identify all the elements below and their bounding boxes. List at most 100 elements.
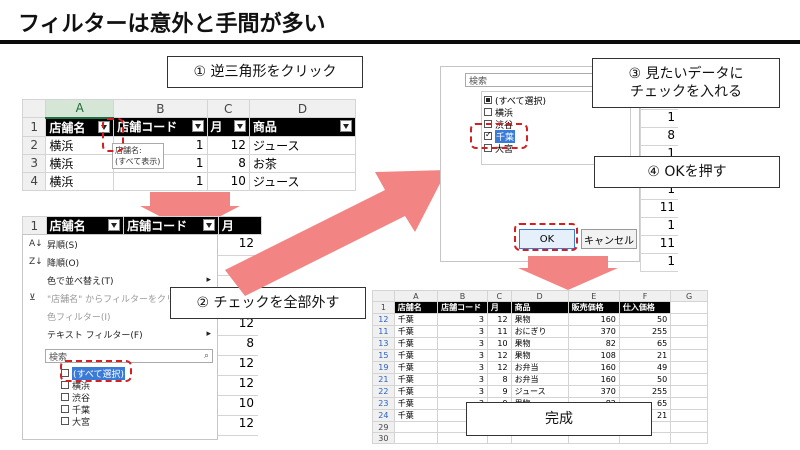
header-cell-code[interactable]: 店舗コード — [113, 117, 208, 137]
cell[interactable]: 8 — [641, 128, 678, 146]
col-header-a[interactable]: A — [45, 99, 115, 119]
cell[interactable] — [670, 432, 708, 444]
col-header-g[interactable]: G — [670, 290, 708, 302]
cell[interactable]: 1 — [113, 171, 208, 191]
cell[interactable] — [670, 349, 708, 362]
checkbox[interactable] — [61, 405, 69, 413]
col-header-f[interactable]: F — [618, 290, 672, 302]
cell[interactable]: 255 — [618, 385, 672, 398]
row-header[interactable]: 1 — [21, 117, 47, 137]
cell[interactable]: 49 — [618, 361, 672, 374]
checkbox[interactable] — [484, 96, 492, 104]
filter-dropdown-icon[interactable] — [202, 219, 215, 231]
menu-sort-desc[interactable]: Z↓ 降順(O) — [23, 253, 217, 271]
cell[interactable]: おにぎり — [510, 325, 569, 338]
cancel-button[interactable]: キャンセル — [581, 229, 637, 249]
cell[interactable]: 3 — [437, 361, 488, 374]
cell[interactable]: ジュース — [248, 135, 357, 155]
row-header[interactable]: 19 — [372, 361, 395, 374]
cell[interactable]: 千葉 — [393, 409, 439, 422]
cell[interactable]: 千葉 — [393, 361, 439, 374]
cell[interactable] — [670, 421, 708, 433]
cell[interactable]: 12 — [486, 361, 512, 374]
row-header[interactable]: 30 — [372, 432, 395, 444]
col-header-c[interactable]: C — [206, 99, 250, 118]
cell[interactable]: 12 — [216, 416, 258, 436]
col-header-b[interactable]: B — [437, 290, 488, 302]
cell[interactable]: 12 — [486, 313, 512, 326]
cell[interactable]: 12 — [216, 316, 258, 336]
menu-text-filter[interactable]: テキスト フィルター(F) ▸ — [23, 325, 217, 343]
row-header[interactable]: 29 — [372, 421, 395, 433]
menu-sort-asc[interactable]: A↓ 昇順(S) — [23, 235, 217, 253]
cell[interactable]: 1 — [641, 110, 678, 128]
cell[interactable]: 12 — [206, 135, 250, 155]
check-item[interactable]: 大宮 — [61, 415, 217, 428]
checkbox[interactable] — [61, 393, 69, 401]
corner-cell[interactable] — [372, 290, 395, 302]
row-header[interactable]: 1 — [372, 301, 395, 314]
cell[interactable]: 3 — [437, 349, 488, 362]
cell[interactable]: 160 — [567, 373, 620, 386]
header-cell-store[interactable]: 店舗名 — [45, 216, 125, 235]
cell[interactable]: ジュース — [510, 385, 569, 398]
cell[interactable]: 10 — [486, 337, 512, 350]
header-cell[interactable]: 店舗コード — [437, 301, 488, 314]
row-header[interactable]: 3 — [21, 153, 47, 173]
cell[interactable]: 1 — [641, 254, 678, 272]
checkbox[interactable] — [61, 417, 69, 425]
row-header[interactable]: 23 — [372, 397, 395, 410]
cell[interactable]: 160 — [567, 313, 620, 326]
cell[interactable]: 果物 — [510, 337, 569, 350]
row-header[interactable]: 2 — [21, 135, 47, 155]
cell[interactable]: 千葉 — [393, 337, 439, 350]
cell[interactable] — [670, 385, 708, 398]
checkbox[interactable] — [61, 381, 69, 389]
row-header[interactable]: 4 — [21, 171, 47, 191]
cell[interactable]: 8 — [216, 336, 258, 356]
cell[interactable] — [670, 325, 708, 338]
cell[interactable]: 12 — [486, 349, 512, 362]
cell[interactable]: 50 — [618, 313, 672, 326]
cell[interactable]: 255 — [618, 325, 672, 338]
cell[interactable]: 果物 — [510, 313, 569, 326]
cell[interactable] — [670, 337, 708, 350]
header-cell-month[interactable]: 月 — [206, 117, 250, 137]
header-cell[interactable]: 商品 — [510, 301, 569, 314]
cell[interactable] — [670, 397, 708, 410]
cell[interactable]: 千葉 — [393, 325, 439, 338]
cell[interactable]: 50 — [618, 373, 672, 386]
cell[interactable] — [670, 301, 708, 314]
row-header[interactable]: 15 — [372, 349, 395, 362]
cell[interactable]: 3 — [437, 337, 488, 350]
col-header-b[interactable]: B — [113, 99, 208, 118]
row-header[interactable]: 11 — [372, 325, 395, 338]
filter-dropdown-icon[interactable] — [340, 120, 352, 133]
corner-cell[interactable] — [21, 99, 47, 118]
cell[interactable]: 160 — [567, 361, 620, 374]
cell[interactable]: 370 — [567, 385, 620, 398]
row-header[interactable]: 13 — [372, 337, 395, 350]
row-header[interactable]: 12 — [372, 313, 395, 326]
header-cell[interactable]: 仕入価格 — [618, 301, 672, 314]
cell[interactable]: 370 — [567, 325, 620, 338]
cell[interactable]: お弁当 — [510, 373, 569, 386]
cell[interactable] — [670, 409, 708, 422]
cell[interactable] — [393, 432, 439, 444]
row-header[interactable]: 24 — [372, 409, 395, 422]
check-item[interactable]: 渋谷 — [61, 391, 217, 404]
cell[interactable] — [393, 421, 439, 433]
cell[interactable]: 21 — [618, 349, 672, 362]
cell[interactable]: 千葉 — [393, 373, 439, 386]
cell[interactable]: 千葉 — [393, 385, 439, 398]
cell[interactable]: 11 — [641, 200, 678, 218]
cell[interactable] — [670, 313, 708, 326]
row-header[interactable]: 21 — [372, 373, 395, 386]
cell[interactable]: 果物 — [510, 349, 569, 362]
cell[interactable]: 11 — [486, 325, 512, 338]
row-header[interactable]: 22 — [372, 385, 395, 398]
filter-dropdown-icon[interactable] — [108, 219, 121, 231]
cell[interactable] — [670, 373, 708, 386]
cell[interactable]: 千葉 — [393, 397, 439, 410]
cell[interactable]: 横浜 — [45, 153, 115, 173]
